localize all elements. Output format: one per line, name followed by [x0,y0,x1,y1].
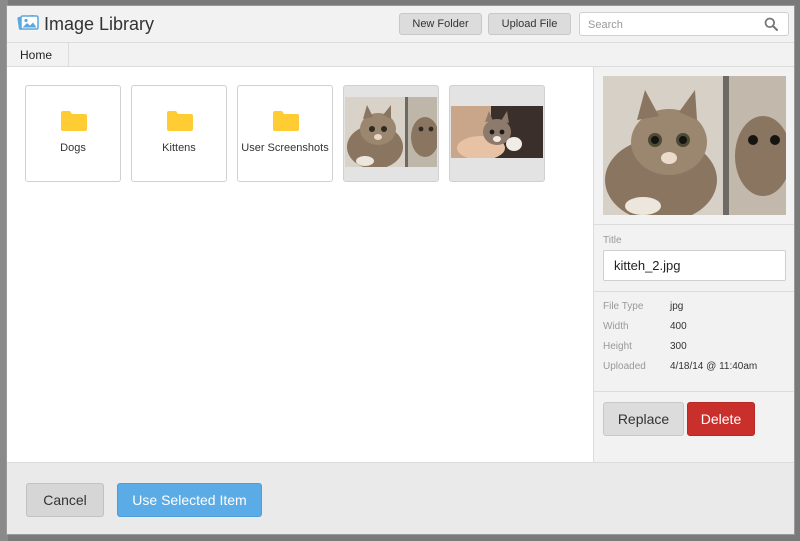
folder-icon [167,111,193,131]
folder-tile-kittens[interactable]: Kittens [131,85,227,182]
divider [594,224,794,225]
cancel-button[interactable]: Cancel [26,483,104,517]
meta-file-type: File Type jpg [603,301,788,315]
folder-tile-dogs[interactable]: Dogs [25,85,121,182]
upload-file-button[interactable]: Upload File [488,13,571,35]
meta-key: Uploaded [603,361,646,372]
meta-key: Width [603,321,629,332]
folder-label: Kittens [162,142,196,154]
divider [594,391,794,392]
folder-label: Dogs [60,142,86,154]
meta-value: 400 [670,321,687,332]
search-icon[interactable] [764,17,778,31]
meta-width: Width 400 [603,321,788,335]
breadcrumb-home[interactable]: Home [7,43,69,67]
meta-value: jpg [670,301,684,312]
folder-label: User Screenshots [241,142,329,154]
title-field[interactable] [603,250,786,281]
image-tile-kitten-hand[interactable] [449,85,545,182]
meta-value: 4/18/14 @ 11:40am [670,361,758,372]
image-tile-kitten-mirror[interactable] [343,85,439,182]
meta-key: File Type [603,301,644,312]
folder-icon [273,111,299,131]
library-grid: Dogs Kittens User Screenshots [7,67,593,462]
search-box [579,12,789,36]
use-selected-item-button[interactable]: Use Selected Item [117,483,262,517]
folder-icon [61,111,87,131]
title-field-label: Title [603,235,622,246]
image-library-icon [17,14,39,30]
kitten-mirror-thumbnail [345,97,437,167]
new-folder-button[interactable]: New Folder [399,13,482,35]
meta-height: Height 300 [603,341,788,355]
meta-key: Height [603,341,632,352]
meta-value: 300 [670,341,687,352]
breadcrumb: Home [7,43,794,67]
meta-uploaded: Uploaded 4/18/14 @ 11:40am [603,361,788,375]
divider [594,291,794,292]
dialog-header: Image Library New Folder Upload File [7,6,794,43]
dialog-footer: Cancel Use Selected Item [7,462,794,534]
image-library-dialog: Image Library New Folder Upload File Hom… [6,5,795,535]
kitten-hand-thumbnail [451,106,543,158]
details-panel: Title File Type jpg Width 400 Height 300… [593,67,794,462]
delete-button[interactable]: Delete [687,402,755,436]
folder-tile-user-screenshots[interactable]: User Screenshots [237,85,333,182]
selected-image-preview [603,76,786,215]
replace-button[interactable]: Replace [603,402,684,436]
dialog-title: Image Library [44,14,155,34]
search-input[interactable] [588,16,748,33]
